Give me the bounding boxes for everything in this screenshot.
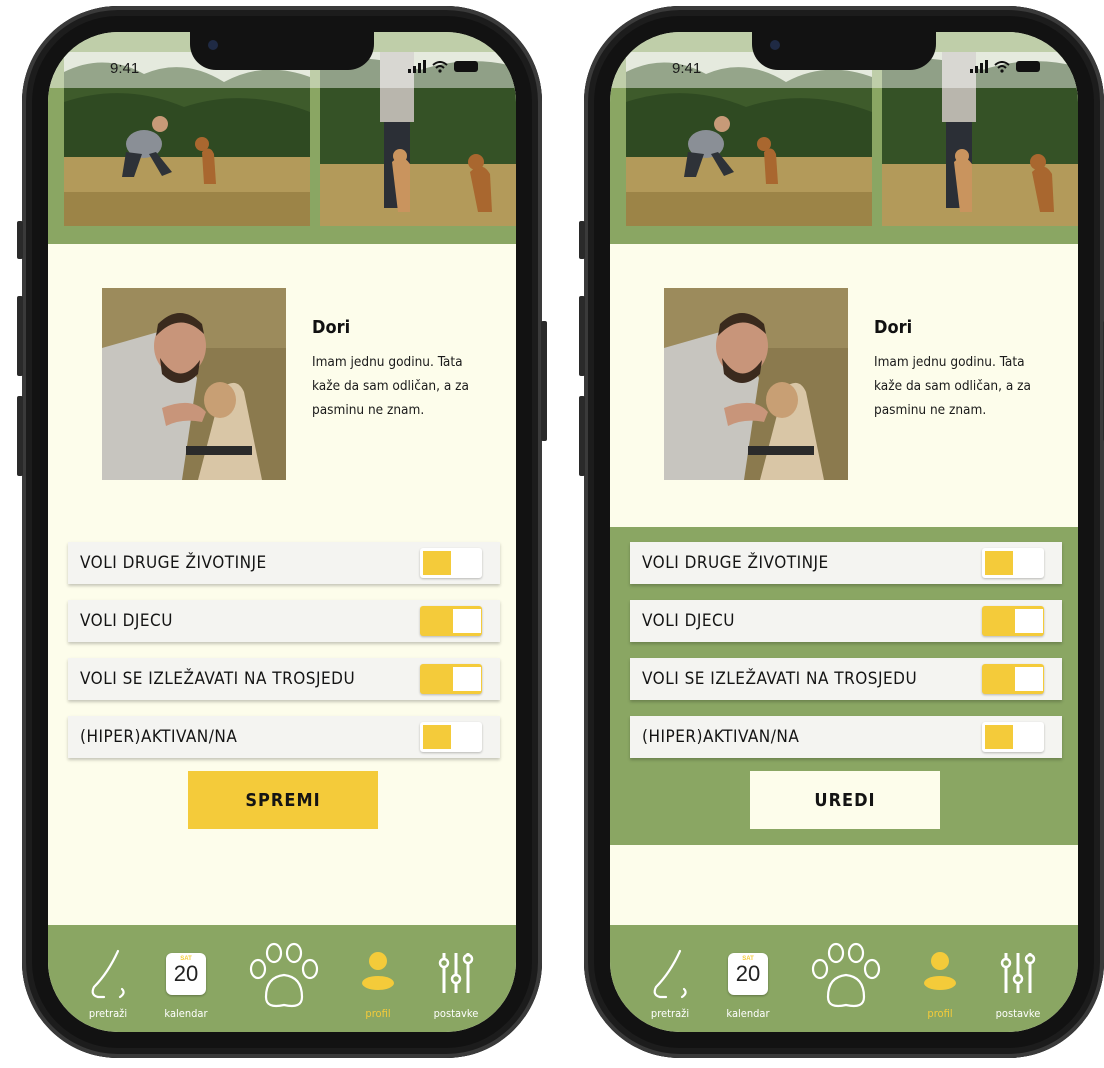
volume-up-button — [579, 296, 585, 376]
sliders-icon — [438, 953, 474, 993]
trait-row-likes-couch: VOLI SE IZLEŽAVATI NA TROSJEDU — [630, 658, 1062, 700]
profile-icon — [924, 952, 956, 990]
wifi-icon — [994, 60, 1010, 73]
trait-row-likes-couch: VOLI SE IZLEŽAVATI NA TROSJEDU — [68, 658, 500, 700]
toggle-knob — [985, 551, 1013, 575]
bottom-nav: pretraži SAT 20 kalendar profil postavke — [48, 925, 516, 1032]
battery-icon — [1016, 61, 1040, 72]
phone-frame-view-mode: 9:41 Dori Imam jednu godinu. Tata kaže d… — [579, 6, 1104, 1058]
dog-bio: Imam jednu godinu. Tata kaže da sam odli… — [874, 354, 1031, 418]
toggle-likes-animals[interactable] — [420, 548, 482, 578]
toggle-knob — [985, 725, 1013, 749]
calendar-date: 20 — [735, 961, 761, 986]
mute-switch — [17, 221, 23, 259]
trait-row-hyperactive: (HIPER)AKTIVAN/NA — [630, 716, 1062, 758]
trait-label: (HIPER)AKTIVAN/NA — [80, 727, 238, 747]
profile-photo — [664, 288, 848, 480]
mute-switch — [579, 221, 585, 259]
volume-up-button — [17, 296, 23, 376]
volume-down-button — [17, 396, 23, 476]
status-icons — [970, 60, 1040, 73]
calendar-icon: SAT 20 — [166, 953, 206, 995]
volume-down-button — [579, 396, 585, 476]
trait-row-likes-kids: VOLI DJECU — [630, 600, 1062, 642]
nose-icon — [91, 949, 125, 999]
nav-label: profil — [365, 1007, 391, 1020]
trait-row-likes-kids: VOLI DJECU — [68, 600, 500, 642]
dog-name: Dori — [874, 317, 913, 338]
phone-frame-edit-mode: 9:41 Dori Imam jednu godinu. Tata kaže d… — [17, 6, 547, 1058]
notch — [752, 32, 936, 70]
trait-label: VOLI DRUGE ŽIVOTINJE — [80, 553, 267, 573]
dog-name: Dori — [312, 317, 351, 338]
toggle-knob — [453, 667, 481, 691]
nav-label: postavke — [995, 1007, 1041, 1020]
bottom-nav: pretraži SAT 20 kalendar profil postavke — [610, 925, 1078, 1032]
toggle-likes-kids[interactable] — [420, 606, 482, 636]
screen: 9:41 Dori Imam jednu godinu. Tata kaže d… — [610, 32, 1078, 1032]
toggle-knob — [1015, 667, 1043, 691]
calendar-icon: SAT 20 — [728, 953, 768, 995]
trait-label: VOLI SE IZLEŽAVATI NA TROSJEDU — [80, 669, 356, 689]
camera-icon — [770, 40, 780, 50]
notch — [190, 32, 374, 70]
trait-row-hyperactive: (HIPER)AKTIVAN/NA — [68, 716, 500, 758]
trait-row-likes-animals: VOLI DRUGE ŽIVOTINJE — [630, 542, 1062, 584]
signal-icon — [408, 60, 426, 73]
status-icons — [408, 60, 478, 73]
nav-label: pretraži — [650, 1007, 690, 1020]
profile-photo — [102, 288, 286, 480]
power-button — [541, 321, 547, 441]
nose-icon — [653, 949, 687, 999]
toggle-knob — [423, 551, 451, 575]
status-time: 9:41 — [110, 60, 140, 77]
sliders-icon — [1000, 953, 1036, 993]
toggle-likes-kids[interactable] — [982, 606, 1044, 636]
screen: 9:41 Dori Imam jednu godinu. Tata kaže d… — [48, 32, 516, 1032]
nav-label: kalendar — [164, 1007, 208, 1020]
toggle-knob — [453, 609, 481, 633]
nav-label: kalendar — [726, 1007, 770, 1020]
trait-label: VOLI SE IZLEŽAVATI NA TROSJEDU — [642, 669, 918, 689]
toggle-likes-animals[interactable] — [982, 548, 1044, 578]
save-button[interactable]: SPREMI — [188, 771, 378, 829]
toggle-likes-couch[interactable] — [982, 664, 1044, 694]
nav-label: postavke — [433, 1007, 479, 1020]
battery-icon — [454, 61, 478, 72]
toggle-likes-couch[interactable] — [420, 664, 482, 694]
trait-label: VOLI DRUGE ŽIVOTINJE — [642, 553, 829, 573]
trait-label: (HIPER)AKTIVAN/NA — [642, 727, 800, 747]
toggle-knob — [423, 725, 451, 749]
toggle-hyperactive[interactable] — [420, 722, 482, 752]
edit-button[interactable]: UREDI — [750, 771, 940, 829]
trait-row-likes-animals: VOLI DRUGE ŽIVOTINJE — [68, 542, 500, 584]
dog-bio: Imam jednu godinu. Tata kaže da sam odli… — [312, 354, 469, 418]
trait-label: VOLI DJECU — [80, 611, 173, 631]
signal-icon — [970, 60, 988, 73]
paw-icon — [811, 942, 881, 1008]
toggle-knob — [1015, 609, 1043, 633]
calendar-date: 20 — [173, 961, 199, 986]
status-time: 9:41 — [672, 60, 702, 77]
paw-icon — [249, 942, 319, 1008]
toggle-hyperactive[interactable] — [982, 722, 1044, 752]
trait-label: VOLI DJECU — [642, 611, 735, 631]
profile-icon — [362, 952, 394, 990]
camera-icon — [208, 40, 218, 50]
wifi-icon — [432, 60, 448, 73]
nav-label: pretraži — [88, 1007, 128, 1020]
nav-label: profil — [927, 1007, 953, 1020]
